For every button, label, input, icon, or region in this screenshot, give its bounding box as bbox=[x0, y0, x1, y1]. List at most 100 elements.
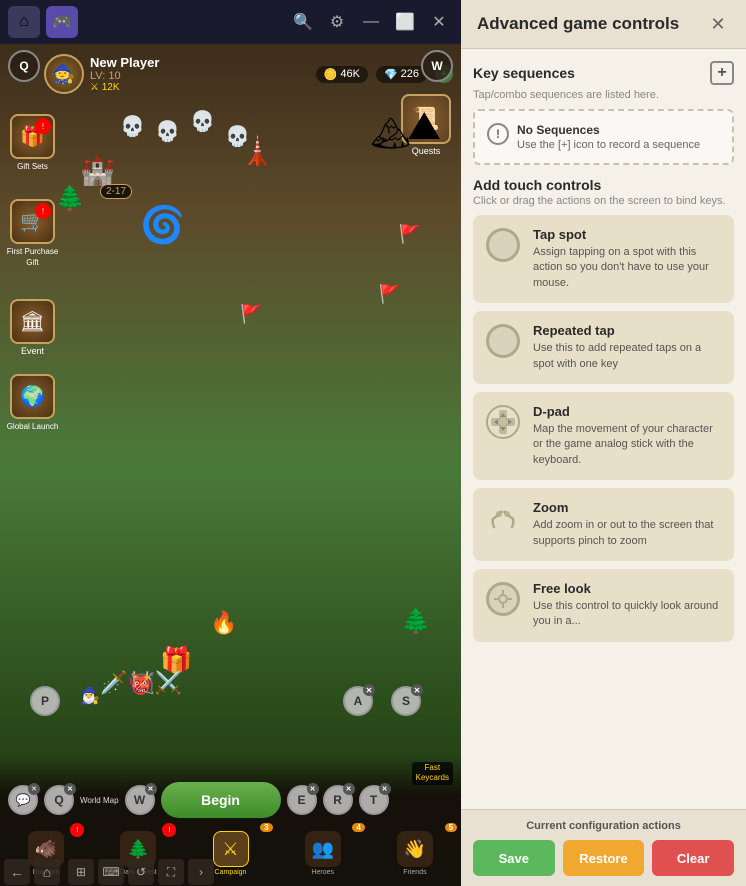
tree-2: 🌲 bbox=[401, 607, 431, 636]
back-btn[interactable]: ← bbox=[4, 859, 30, 885]
game-panel: ⌂ 🎮 🔍 ⚙ — ⬜ ✕ Q 🧙 New Player LV: 10 ⚔ 12… bbox=[0, 0, 461, 886]
tower-2: 🗼 bbox=[240, 134, 275, 167]
q2-x: ✕ bbox=[64, 783, 76, 795]
gold-display: 🪙 46K bbox=[316, 66, 368, 83]
repeated-tap-card[interactable]: Repeated tap Use this to add repeated ta… bbox=[473, 311, 734, 384]
restore-button[interactable]: Restore bbox=[563, 840, 645, 876]
free-look-circle bbox=[486, 582, 520, 616]
game-background: Q 🧙 New Player LV: 10 ⚔ 12K 🪙 46K 💎 226 bbox=[0, 44, 461, 886]
friends-label: Friends bbox=[403, 869, 426, 876]
no-sequences-box: ! No Sequences Use the [+] icon to recor… bbox=[473, 109, 734, 165]
zoom-card[interactable]: Zoom Add zoom in or out to the screen th… bbox=[473, 488, 734, 561]
player-avatar: 🧙 bbox=[44, 54, 84, 94]
repeated-tap-name: Repeated tap bbox=[533, 323, 722, 338]
flag-2: 🚩 bbox=[240, 304, 262, 325]
t-key-btn[interactable]: T ✕ bbox=[359, 785, 389, 815]
world-map-label: World Map bbox=[80, 796, 119, 805]
hero-main: 🏹 bbox=[130, 671, 155, 696]
game-hud: Q 🧙 New Player LV: 10 ⚔ 12K 🪙 46K 💎 226 bbox=[0, 44, 461, 104]
s-key-btn[interactable]: S ✕ bbox=[391, 686, 421, 716]
dpad-svg bbox=[486, 405, 520, 439]
begin-button[interactable]: Begin bbox=[161, 782, 281, 818]
q-button[interactable]: Q bbox=[8, 50, 40, 82]
panel-title: Advanced game controls bbox=[477, 14, 679, 34]
tap-spot-card[interactable]: Tap spot Assign tapping on a spot with t… bbox=[473, 215, 734, 303]
player-level: LV: 10 bbox=[90, 70, 308, 82]
a-key-btn[interactable]: A ✕ bbox=[343, 686, 373, 716]
touch-controls-title: Add touch controls bbox=[473, 177, 734, 193]
w-button-top[interactable]: W bbox=[421, 50, 453, 82]
key-sequences-header: Key sequences + bbox=[473, 61, 734, 85]
settings-btn[interactable]: ⚙ bbox=[323, 8, 351, 36]
fullscreen-btn[interactable]: ⛶ bbox=[158, 859, 184, 885]
mountain-1: ⛰ bbox=[407, 104, 441, 149]
maximize-btn[interactable]: ⬜ bbox=[391, 8, 419, 36]
dpad-control-icon bbox=[485, 404, 521, 440]
rotate-btn[interactable]: ↺ bbox=[128, 859, 154, 885]
add-sequence-btn[interactable]: + bbox=[710, 61, 734, 85]
r-key-btn[interactable]: R ✕ bbox=[323, 785, 353, 815]
campaign-number: 3 bbox=[260, 823, 272, 832]
campaign-label: Campaign bbox=[215, 869, 247, 876]
map-scene: 💀 💀 💀 💀 🏰 🗼 ⛰ 🏔 2-17 🌀 🚩 🚩 🚩 🎁 🔥 🗡️👹⚔️ � bbox=[0, 104, 461, 756]
dpad-desc: Map the movement of your character or th… bbox=[533, 422, 722, 468]
clear-button[interactable]: Clear bbox=[652, 840, 734, 876]
p-key-btn[interactable]: P bbox=[30, 686, 60, 716]
roghorn-badge: ! bbox=[70, 823, 84, 837]
footer-label: Current configuration actions bbox=[473, 820, 734, 832]
home-icon[interactable]: ⌂ bbox=[8, 6, 40, 38]
panel-footer: Current configuration actions Save Resto… bbox=[461, 809, 746, 886]
zoom-icon bbox=[485, 500, 521, 536]
close-btn[interactable]: ✕ bbox=[425, 8, 453, 36]
minimize-btn[interactable]: — bbox=[357, 8, 385, 36]
e-key-btn[interactable]: E ✕ bbox=[287, 785, 317, 815]
free-look-card[interactable]: Free look Use this control to quickly lo… bbox=[473, 569, 734, 642]
fire: 🔥 bbox=[210, 610, 237, 636]
repeated-tap-desc: Use this to add repeated taps on a spot … bbox=[533, 341, 722, 372]
rep-tap-circle bbox=[486, 324, 520, 358]
player-info: New Player LV: 10 ⚔ 12K bbox=[90, 55, 308, 93]
no-sequences-content: No Sequences Use the [+] icon to record … bbox=[517, 123, 700, 151]
mountain-2: 🏔 bbox=[370, 114, 411, 152]
chat-btn[interactable]: 💬 ✕ bbox=[8, 785, 38, 815]
free-look-desc: Use this control to quickly look around … bbox=[533, 599, 722, 630]
player-name: New Player bbox=[90, 55, 308, 70]
friends-number: 5 bbox=[445, 823, 457, 832]
dark-forest-badge: ! bbox=[162, 823, 176, 837]
w2-key-btn[interactable]: W ✕ bbox=[125, 785, 155, 815]
panel-close-btn[interactable]: ✕ bbox=[706, 12, 730, 36]
fast-keycards-label: FastKeycards bbox=[412, 762, 453, 785]
tab-heroes[interactable]: 4 👥 Heroes bbox=[277, 821, 369, 886]
save-button[interactable]: Save bbox=[473, 840, 555, 876]
search-btn[interactable]: 🔍 bbox=[289, 8, 317, 36]
chat-x: ✕ bbox=[28, 783, 40, 795]
coin-icon: 🪙 bbox=[324, 68, 338, 81]
tap-spot-icon bbox=[485, 227, 521, 263]
q2-key-btn[interactable]: Q ✕ bbox=[44, 785, 74, 815]
tap-spot-name: Tap spot bbox=[533, 227, 722, 242]
dpad-name: D-pad bbox=[533, 404, 722, 419]
gem-display: 💎 226 bbox=[376, 66, 427, 83]
zoom-info: Zoom Add zoom in or out to the screen th… bbox=[533, 500, 722, 549]
w2-x: ✕ bbox=[145, 783, 157, 795]
battle-badge: 2-17 bbox=[100, 184, 132, 199]
tree-1: 🌲 bbox=[55, 184, 85, 213]
heroes-label: Heroes bbox=[311, 869, 334, 876]
repeated-tap-icon bbox=[485, 323, 521, 359]
hero-green: 🧙‍♂️ bbox=[80, 686, 100, 706]
player-power: ⚔ 12K bbox=[90, 82, 308, 93]
next-btn[interactable]: › bbox=[188, 859, 214, 885]
tap-spot-desc: Assign tapping on a spot with this actio… bbox=[533, 245, 722, 291]
key-sequences-title: Key sequences bbox=[473, 65, 575, 81]
panel-content: Key sequences + Tap/combo sequences are … bbox=[461, 49, 746, 809]
game-icon[interactable]: 🎮 bbox=[46, 6, 78, 38]
flag-3: 🚩 bbox=[379, 284, 401, 305]
home-nav-btn[interactable]: ⌂ bbox=[34, 859, 60, 885]
s-key-x: ✕ bbox=[411, 684, 423, 696]
grid-btn[interactable]: ⊞ bbox=[68, 859, 94, 885]
tap-circle bbox=[486, 228, 520, 262]
keyboard-btn[interactable]: ⌨ bbox=[98, 859, 124, 885]
tab-friends[interactable]: 5 👋 Friends bbox=[369, 821, 461, 886]
skull-1: 💀 bbox=[120, 114, 145, 139]
dpad-card[interactable]: D-pad Map the movement of your character… bbox=[473, 392, 734, 480]
